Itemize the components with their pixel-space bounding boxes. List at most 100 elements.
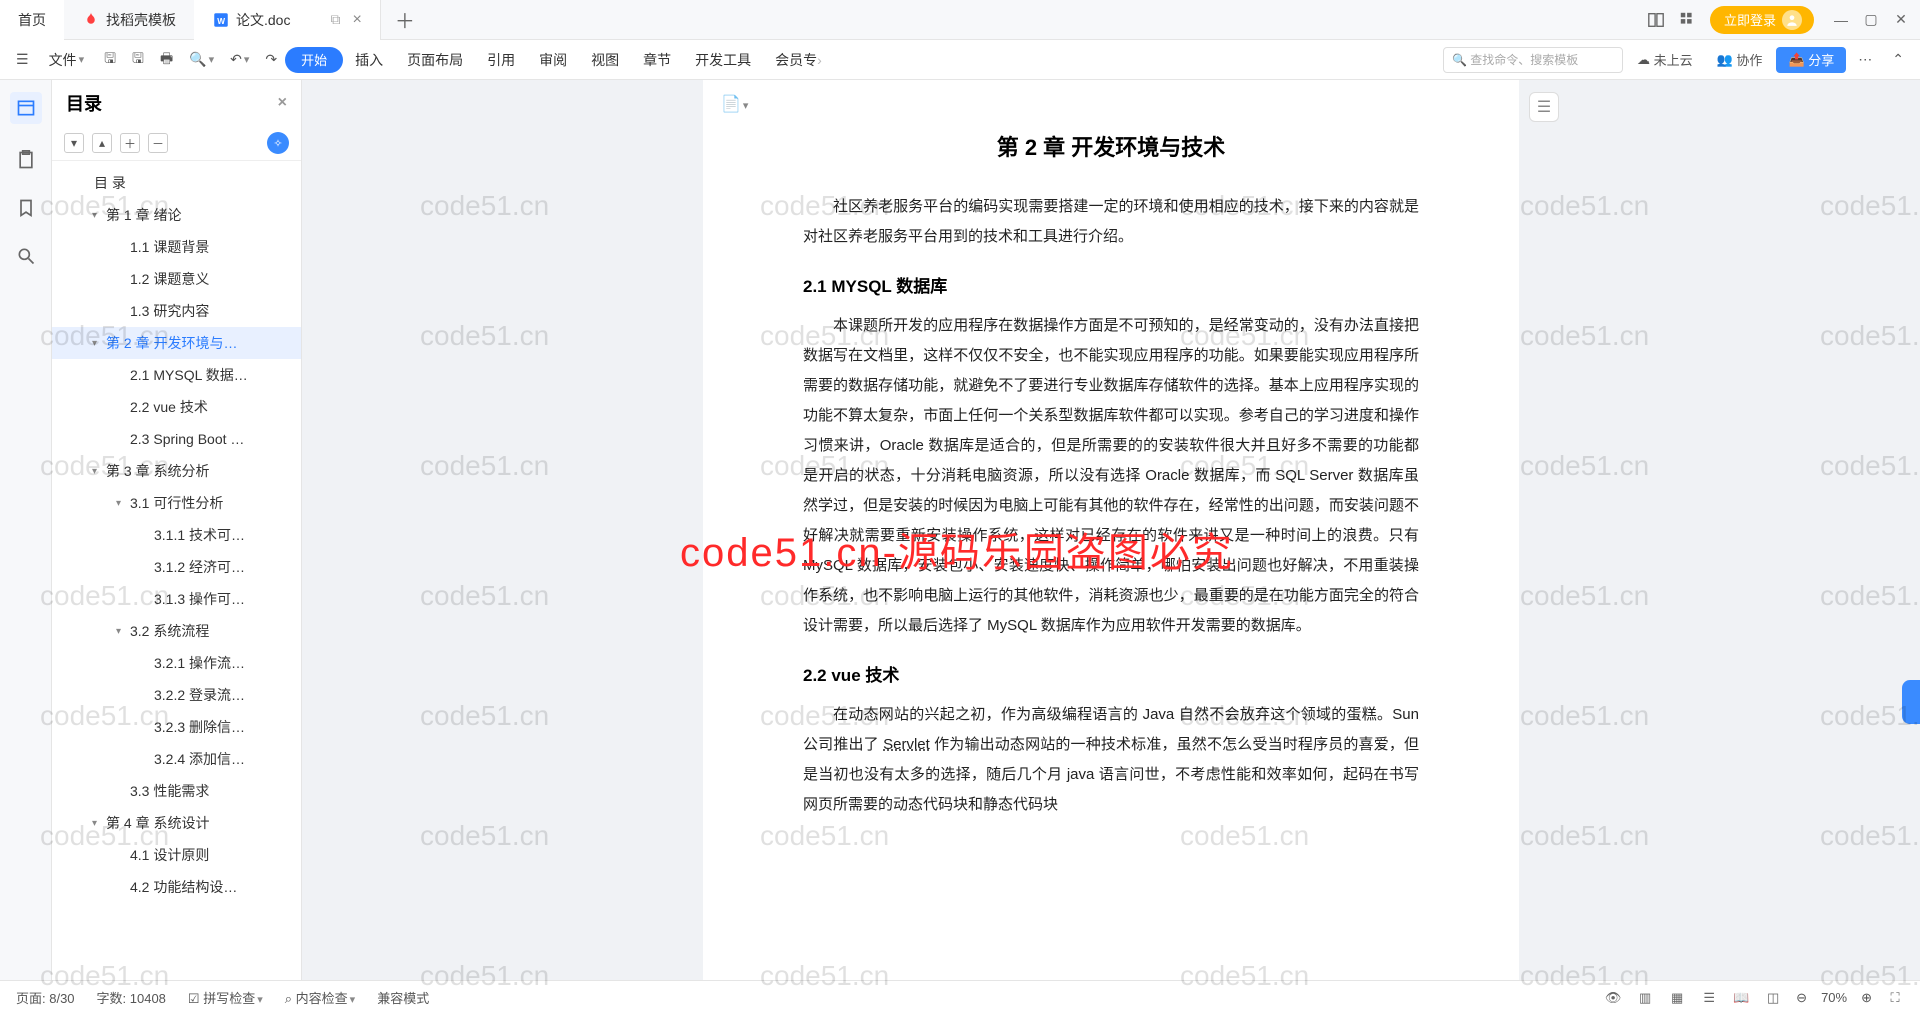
save-icon[interactable]: 🖫 <box>96 40 124 80</box>
tab-review[interactable]: 审阅 <box>527 40 579 80</box>
ribbon: ☰ 文件▾ 🖫 🖫 🖶 🔍▾ ↶▾ ↷ 开始 插入 页面布局 引用 审阅 视图 … <box>0 40 1920 80</box>
search-rail-icon[interactable] <box>14 244 38 268</box>
outline-item[interactable]: 3.2.1 操作流… <box>52 647 301 679</box>
tab-home[interactable]: 首页 <box>0 0 64 40</box>
bookmark-rail-icon[interactable] <box>14 196 38 220</box>
page-view-icon[interactable]: ▥ <box>1636 989 1654 1007</box>
svg-text:W: W <box>217 16 225 25</box>
close-outline-icon[interactable]: × <box>278 94 287 112</box>
redo-icon[interactable]: ↷ <box>257 40 285 80</box>
add-heading-icon[interactable]: ＋ <box>120 133 140 153</box>
zoom-level[interactable]: 70% <box>1821 990 1847 1005</box>
minimize-button[interactable]: — <box>1828 7 1854 33</box>
word-count[interactable]: 字数: 10408 <box>97 988 166 1007</box>
tab-insert[interactable]: 插入 <box>343 40 395 80</box>
page-doc-icon[interactable]: 📄▾ <box>721 94 748 114</box>
login-button[interactable]: 立即登录 <box>1710 6 1814 34</box>
outline-item[interactable]: 4.1 设计原则 <box>52 839 301 871</box>
outline-item[interactable]: 1.3 研究内容 <box>52 295 301 327</box>
heading-2-1: 2.1 MYSQL 数据库 <box>803 272 1419 297</box>
undo-icon[interactable]: ↶▾ <box>222 40 257 80</box>
restore-icon[interactable]: ⧉ <box>330 11 340 28</box>
zoom-in-icon[interactable]: ⊕ <box>1861 990 1872 1006</box>
eye-icon[interactable]: 👁 <box>1604 989 1622 1007</box>
share-button[interactable]: 📤 分享 <box>1776 47 1846 73</box>
preview-icon[interactable]: 🔍▾ <box>181 40 222 80</box>
outline-item[interactable]: 3.2.2 登录流… <box>52 679 301 711</box>
expand-all-icon[interactable]: ▴ <box>92 133 112 153</box>
cloud-icon: ☁ <box>1637 52 1650 68</box>
outline-item[interactable]: 2.2 vue 技术 <box>52 391 301 423</box>
outline-item[interactable]: 3.1.3 操作可… <box>52 583 301 615</box>
outline-item[interactable]: ▾第 2 章 开发环境与… <box>52 327 301 359</box>
outline-item[interactable]: 1.1 课题背景 <box>52 231 301 263</box>
page-indicator[interactable]: 页面: 8/30 <box>16 988 75 1007</box>
outline-item[interactable]: ▾第 3 章 系统分析 <box>52 455 301 487</box>
outline-item[interactable]: 2.3 Spring Boot … <box>52 423 301 455</box>
file-menu[interactable]: 文件▾ <box>37 40 97 80</box>
outline-item[interactable]: 目 录 <box>52 167 301 199</box>
collapse-ribbon-icon[interactable]: ⌃ <box>1884 40 1912 80</box>
tab-templates[interactable]: 找稻壳模板 <box>64 0 194 40</box>
outline-item[interactable]: 3.1.2 经济可… <box>52 551 301 583</box>
content-check[interactable]: ⌕ 内容检查▾ <box>285 988 355 1007</box>
side-flag[interactable] <box>1902 680 1920 724</box>
scan-icon: ⌕ <box>285 991 292 1006</box>
new-tab-button[interactable]: ＋ <box>381 5 429 34</box>
document-area[interactable]: 📄▾ ☰ 第 2 章 开发环境与技术 社区养老服务平台的编码实现需要搭建一定的环… <box>302 80 1920 980</box>
outline-item[interactable]: 3.3 性能需求 <box>52 775 301 807</box>
collab-button[interactable]: 👥 协作 <box>1707 50 1773 69</box>
command-search[interactable]: 🔍 查找命令、搜索模板 <box>1443 47 1623 73</box>
ribbon-more-icon[interactable]: ⋯ <box>1850 40 1880 80</box>
tab-chapter[interactable]: 章节 <box>631 40 683 80</box>
outline-rail-icon[interactable] <box>10 92 42 124</box>
outline-item[interactable]: 3.2.3 删除信… <box>52 711 301 743</box>
tab-view[interactable]: 视图 <box>579 40 631 80</box>
zoom-out-icon[interactable]: ⊖ <box>1796 990 1807 1006</box>
web-view-icon[interactable]: ▦ <box>1668 989 1686 1007</box>
outline-item[interactable]: ▾第 4 章 系统设计 <box>52 807 301 839</box>
tab-developer[interactable]: 开发工具 <box>683 40 763 80</box>
close-tab-icon[interactable]: × <box>352 11 361 29</box>
status-bar: 页面: 8/30 字数: 10408 ☑ 拼写检查▾ ⌕ 内容检查▾ 兼容模式 … <box>0 980 1920 1014</box>
split-icon[interactable]: ◫ <box>1764 989 1782 1007</box>
read-view-icon[interactable]: 📖 <box>1732 989 1750 1007</box>
fullscreen-icon[interactable]: ⛶ <box>1886 989 1904 1007</box>
outline-item[interactable]: ▾3.1 可行性分析 <box>52 487 301 519</box>
flame-icon <box>82 11 100 29</box>
clipboard-rail-icon[interactable] <box>14 148 38 172</box>
tab-page-layout[interactable]: 页面布局 <box>395 40 475 80</box>
outline-item[interactable]: 1.2 课题意义 <box>52 263 301 295</box>
share-icon: 📤 <box>1788 52 1804 68</box>
tab-home-label: 首页 <box>18 10 46 30</box>
outline-title: 目录 <box>66 90 102 116</box>
spell-check[interactable]: ☑ 拼写检查▾ <box>188 988 263 1007</box>
maximize-button[interactable]: ▢ <box>1858 7 1884 33</box>
tab-member[interactable]: 会员专› <box>763 40 834 80</box>
apps-icon[interactable] <box>1678 10 1698 30</box>
outline-item[interactable]: 3.1.1 技术可… <box>52 519 301 551</box>
save-as-icon[interactable]: 🖫 <box>124 40 152 80</box>
tab-document[interactable]: W 论文.doc ⧉ × <box>194 0 381 40</box>
outline-item[interactable]: ▾3.2 系统流程 <box>52 615 301 647</box>
tab-reference[interactable]: 引用 <box>475 40 527 80</box>
compat-mode[interactable]: 兼容模式 <box>377 988 429 1007</box>
outline-item[interactable]: 4.2 功能结构设… <box>52 871 301 903</box>
outline-item[interactable]: ▾第 1 章 绪论 <box>52 199 301 231</box>
remove-heading-icon[interactable]: － <box>148 133 168 153</box>
outline-toolbar: ▾ ▴ ＋ － ✧ <box>52 126 301 161</box>
tab-start[interactable]: 开始 <box>285 47 343 73</box>
layout-icon[interactable] <box>1646 10 1666 30</box>
print-icon[interactable]: 🖶 <box>152 40 181 80</box>
heading-2-2: 2.2 vue 技术 <box>803 661 1419 686</box>
outline-item[interactable]: 3.2.4 添加信… <box>52 743 301 775</box>
outline-view-icon[interactable]: ☰ <box>1700 989 1718 1007</box>
page-menu-icon[interactable]: ☰ <box>1529 92 1559 122</box>
cloud-status[interactable]: ☁ 未上云 <box>1627 50 1703 69</box>
menu-icon[interactable]: ☰ <box>8 40 37 80</box>
page: 📄▾ ☰ 第 2 章 开发环境与技术 社区养老服务平台的编码实现需要搭建一定的环… <box>703 80 1519 980</box>
collapse-all-icon[interactable]: ▾ <box>64 133 84 153</box>
outline-item[interactable]: 2.1 MYSQL 数据… <box>52 359 301 391</box>
close-window-button[interactable]: ✕ <box>1888 7 1914 33</box>
ai-icon[interactable]: ✧ <box>267 132 289 154</box>
